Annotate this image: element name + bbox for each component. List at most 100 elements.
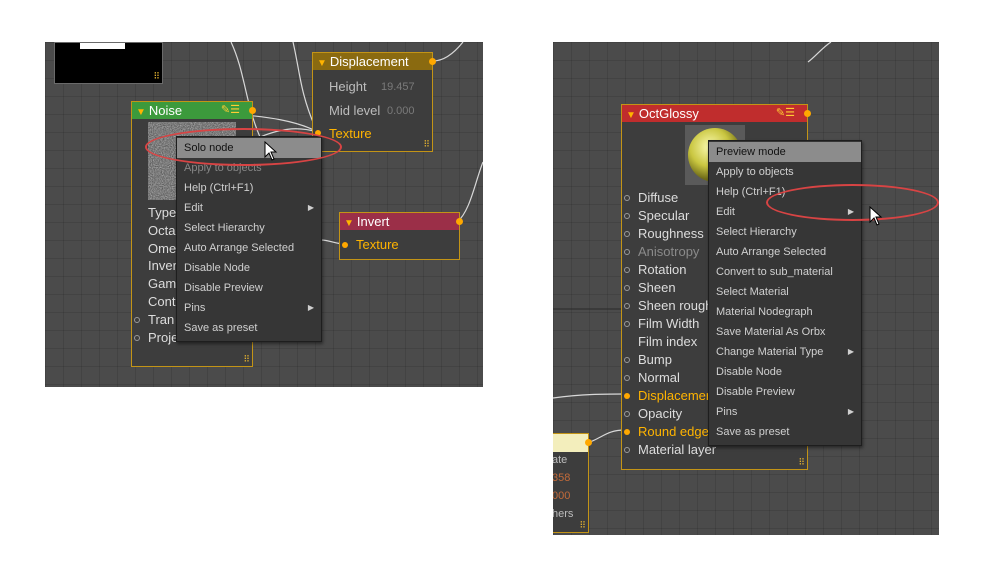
menu-item[interactable]: Select Material bbox=[709, 282, 861, 302]
menu-item[interactable]: Material Nodegraph bbox=[709, 302, 861, 322]
menu-item[interactable]: Disable Node bbox=[177, 258, 321, 278]
partial-value: 000 bbox=[553, 490, 571, 502]
height-value[interactable]: 19.457 bbox=[381, 81, 415, 93]
output-pin[interactable] bbox=[585, 439, 592, 446]
output-pin[interactable] bbox=[249, 107, 256, 114]
menu-item[interactable]: Disable Preview bbox=[709, 382, 861, 402]
param-label: Film index bbox=[638, 334, 698, 349]
displacement-node-header[interactable]: ▼ Displacement bbox=[313, 53, 436, 70]
menu-item[interactable]: Disable Node bbox=[709, 362, 861, 382]
menu-item-label: Select Hierarchy bbox=[184, 222, 265, 234]
param-pin[interactable] bbox=[624, 195, 630, 201]
texture-label: Texture bbox=[356, 237, 399, 252]
param-pin[interactable] bbox=[624, 321, 630, 327]
param-label: Inver bbox=[148, 258, 177, 274]
right-node-graph[interactable]: ate 358 000 hers ⠿ ▼ OctGlossy ✎☰ Diffuse Spe… bbox=[553, 42, 939, 535]
param-pin[interactable] bbox=[624, 231, 630, 237]
menu-item-label: Save Material As Orbx bbox=[716, 326, 826, 338]
menu-item[interactable]: Auto Arrange Selected bbox=[709, 242, 861, 262]
resize-corner-icon[interactable]: ⠿ bbox=[243, 354, 250, 365]
submenu-arrow-icon: ▶ bbox=[307, 303, 314, 312]
menu-item[interactable]: Save Material As Orbx bbox=[709, 322, 861, 342]
collapse-arrow-icon[interactable]: ▼ bbox=[344, 218, 354, 229]
menu-item[interactable]: Convert to sub_material bbox=[709, 262, 861, 282]
collapse-arrow-icon[interactable]: ▼ bbox=[136, 107, 146, 118]
menu-item[interactable]: Select Hierarchy bbox=[177, 218, 321, 238]
resize-corner-icon[interactable]: ⠿ bbox=[579, 520, 586, 531]
pin-icon[interactable]: ✎☰ bbox=[776, 105, 795, 122]
param-label: Round edge bbox=[638, 424, 709, 439]
menu-item[interactable]: Change Material Type ▶ bbox=[709, 342, 861, 362]
menu-item[interactable]: Auto Arrange Selected bbox=[177, 238, 321, 258]
output-pin[interactable] bbox=[429, 58, 436, 65]
context-menu[interactable]: Solo node Apply to objects Help (Ctrl+F1) E… bbox=[176, 136, 322, 342]
param-pin[interactable] bbox=[624, 285, 630, 291]
node-title: OctGlossy bbox=[638, 106, 699, 121]
resize-corner-icon[interactable]: ⠿ bbox=[153, 71, 160, 82]
node-title: Noise bbox=[148, 103, 183, 118]
param-pin[interactable] bbox=[624, 357, 630, 363]
menu-item[interactable]: Pins ▶ bbox=[177, 298, 321, 318]
node-title: Invert bbox=[356, 214, 390, 229]
texture-input-pin[interactable] bbox=[342, 242, 348, 248]
node-title: Displacement bbox=[329, 54, 409, 69]
height-label: Height bbox=[329, 79, 367, 94]
mid-level-label: Mid level bbox=[329, 103, 381, 118]
image-node[interactable]: ⠿ bbox=[54, 42, 163, 84]
collapse-arrow-icon[interactable]: ▼ bbox=[626, 110, 636, 121]
param-pin[interactable] bbox=[624, 429, 630, 435]
annotation-ellipse bbox=[145, 128, 342, 166]
param-label: Rotation bbox=[638, 262, 687, 277]
menu-item[interactable]: Edit ▶ bbox=[177, 198, 321, 218]
menu-item-label: Auto Arrange Selected bbox=[716, 246, 827, 258]
resize-corner-icon[interactable]: ⠿ bbox=[423, 139, 430, 150]
param-pin[interactable] bbox=[624, 393, 630, 399]
menu-item[interactable]: Pins ▶ bbox=[709, 402, 861, 422]
menu-item-label: Change Material Type bbox=[716, 346, 824, 358]
param-label: Sheen bbox=[638, 280, 676, 295]
param-label: Specular bbox=[638, 208, 690, 223]
menu-item-label: Disable Node bbox=[716, 366, 783, 378]
output-pin[interactable] bbox=[456, 218, 463, 225]
image-preview bbox=[80, 43, 125, 49]
noise-node-header[interactable]: ▼ Noise ✎☰ bbox=[132, 102, 256, 119]
menu-item[interactable]: Save as preset bbox=[177, 318, 321, 338]
pin-icon[interactable]: ✎☰ bbox=[221, 102, 240, 119]
param-pin[interactable] bbox=[624, 375, 630, 381]
param-pin[interactable] bbox=[134, 316, 140, 323]
param-pin[interactable] bbox=[624, 267, 630, 273]
left-node-graph[interactable]: ⠿ ▼Noise ✎☰ TypeOctaOmeInverGamContTranP… bbox=[45, 42, 483, 387]
menu-item-label: Pins bbox=[184, 302, 206, 314]
partial-node-header bbox=[553, 434, 592, 452]
param-pin[interactable] bbox=[134, 334, 140, 341]
menu-item-label: Pins bbox=[716, 406, 738, 418]
param-pin[interactable] bbox=[624, 411, 630, 417]
param-pin[interactable] bbox=[624, 303, 630, 309]
invert-node-header[interactable]: ▼ Invert bbox=[340, 213, 463, 230]
param-label: Ome bbox=[148, 240, 177, 256]
param-pin[interactable] bbox=[624, 213, 630, 219]
partial-node[interactable]: ate 358 000 hers ⠿ bbox=[553, 433, 592, 533]
menu-item-label: Edit bbox=[716, 206, 735, 218]
menu-item[interactable]: Select Hierarchy bbox=[709, 222, 861, 242]
param-label: Normal bbox=[638, 370, 680, 385]
param-pin[interactable] bbox=[624, 249, 630, 255]
menu-item-label: Save as preset bbox=[184, 322, 258, 334]
param-label: Film Width bbox=[638, 316, 700, 331]
menu-item-label: Auto Arrange Selected bbox=[184, 242, 295, 254]
menu-item-label: Disable Node bbox=[184, 262, 251, 274]
menu-item[interactable]: Preview mode bbox=[709, 142, 861, 162]
param-pin[interactable] bbox=[624, 447, 630, 453]
octglossy-node-header[interactable]: ▼ OctGlossy ✎☰ bbox=[622, 105, 811, 122]
menu-item-label: Save as preset bbox=[716, 426, 790, 438]
invert-node[interactable]: ▼ Invert Texture bbox=[339, 212, 463, 260]
param-label: Bump bbox=[638, 352, 672, 367]
menu-item[interactable]: Save as preset bbox=[709, 422, 861, 442]
menu-item[interactable]: Disable Preview bbox=[177, 278, 321, 298]
collapse-arrow-icon[interactable]: ▼ bbox=[317, 58, 327, 69]
menu-item[interactable]: Help (Ctrl+F1) bbox=[177, 178, 321, 198]
menu-item[interactable]: Apply to objects bbox=[709, 162, 861, 182]
resize-corner-icon[interactable]: ⠿ bbox=[798, 457, 805, 468]
output-pin[interactable] bbox=[804, 110, 811, 117]
mid-level-value[interactable]: 0.000 bbox=[387, 105, 415, 117]
